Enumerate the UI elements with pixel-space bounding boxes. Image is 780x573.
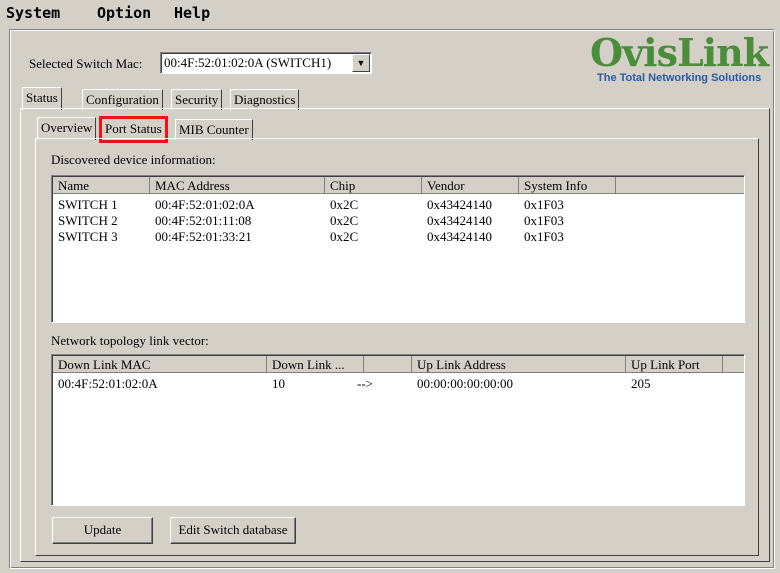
devices-col-filler	[616, 177, 744, 194]
devices-title: Discovered device information:	[51, 152, 216, 167]
topology-up-port: 205	[631, 376, 651, 391]
logo-tagline: The Total Networking Solutions	[597, 72, 762, 84]
topology-col-down-mac[interactable]: Down Link MAC	[53, 356, 267, 373]
topology-col-arrow[interactable]	[364, 356, 412, 373]
menu-help[interactable]: Help	[174, 4, 210, 22]
menu-option[interactable]: Option	[97, 4, 151, 22]
topology-down-port: 10	[272, 376, 285, 391]
menu-system[interactable]: System	[6, 4, 60, 22]
devices-col-system-info[interactable]: System Info	[519, 177, 616, 194]
device-name: SWITCH 2	[58, 213, 118, 228]
device-name: SWITCH 3	[58, 229, 118, 244]
edit-switch-database-button[interactable]: Edit Switch database	[170, 517, 296, 544]
topology-up-address: 00:00:00:00:00:00	[417, 376, 514, 391]
topology-col-down-port[interactable]: Down Link ...	[267, 356, 364, 373]
device-vendor: 0x43424140	[427, 197, 492, 212]
topology-arrow: -->	[357, 376, 373, 391]
devices-col-vendor[interactable]: Vendor	[422, 177, 519, 194]
devices-table[interactable]: Name MAC Address Chip Vendor System Info…	[51, 175, 745, 323]
menu-system-label: System	[6, 4, 61, 22]
device-vendor: 0x43424140	[427, 229, 492, 244]
device-name: SWITCH 1	[58, 197, 118, 212]
device-chip: 0x2C	[330, 229, 359, 244]
device-mac: 00:4F:52:01:02:0A	[155, 197, 255, 212]
device-system-info: 0x1F03	[524, 213, 564, 228]
topology-title: Network topology link vector:	[51, 333, 209, 348]
device-system-info: 0x1F03	[524, 229, 564, 244]
device-vendor: 0x43424140	[427, 213, 492, 228]
tab-configuration[interactable]: Configuration	[82, 89, 163, 110]
topology-col-up-port[interactable]: Up Link Port	[626, 356, 723, 373]
devices-col-mac[interactable]: MAC Address	[150, 177, 325, 194]
device-mac: 00:4F:52:01:33:21	[155, 229, 252, 244]
ovislink-logo: OvisLink	[590, 30, 769, 75]
update-button[interactable]: Update	[52, 517, 153, 544]
menu-bar: System Option Help	[0, 0, 780, 26]
tab-status[interactable]: Status	[22, 87, 62, 110]
menu-option-label: Option	[97, 4, 152, 22]
tab-overview[interactable]: Overview	[37, 117, 97, 140]
topology-down-mac: 00:4F:52:01:02:0A	[58, 376, 158, 391]
topology-col-filler	[723, 356, 744, 373]
tab-mib-counter[interactable]: MIB Counter	[175, 119, 253, 140]
device-system-info: 0x1F03	[524, 197, 564, 212]
device-mac: 00:4F:52:01:11:08	[155, 213, 252, 228]
device-chip: 0x2C	[330, 197, 359, 212]
chevron-down-icon[interactable]: ▼	[352, 54, 370, 72]
device-chip: 0x2C	[330, 213, 359, 228]
devices-col-name[interactable]: Name	[53, 177, 150, 194]
menu-help-label: Help	[174, 4, 211, 22]
switch-select-label: Selected Switch Mac:	[29, 56, 143, 71]
topology-col-up-address[interactable]: Up Link Address	[412, 356, 626, 373]
devices-col-chip[interactable]: Chip	[325, 177, 422, 194]
switch-select[interactable]: 00:4F:52:01:02:0A (SWITCH1) ▼	[160, 52, 372, 74]
switch-select-value: 00:4F:52:01:02:0A (SWITCH1)	[164, 55, 332, 70]
tab-security[interactable]: Security	[171, 89, 223, 110]
tab-diagnostics[interactable]: Diagnostics	[230, 89, 300, 110]
topology-table[interactable]: Down Link MAC Down Link ... Up Link Addr…	[51, 354, 745, 506]
